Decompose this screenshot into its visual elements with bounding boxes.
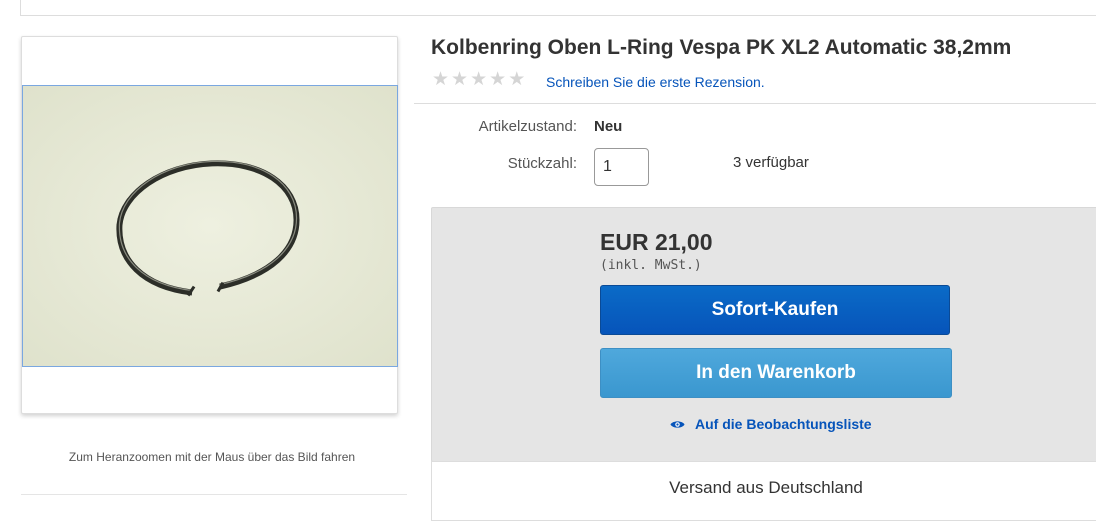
tax-note: (inkl. MwSt.) [600,258,702,273]
product-title: Kolbenring Oben L-Ring Vespa PK XL2 Auto… [431,36,1012,59]
product-image[interactable] [22,85,398,367]
product-image-card[interactable] [21,36,398,414]
star-icon: ★ [489,69,507,90]
eye-icon [670,420,685,428]
availability-text: 3 verfügbar [733,154,809,171]
watchlist-label: Auf die Beobachtungsliste [695,416,872,432]
quantity-label: Stückzahl: [507,155,577,172]
divider [414,103,1096,104]
rating-stars[interactable]: ★ ★ ★ ★ ★ [432,70,525,90]
zoom-hint: Zum Heranzoomen mit der Maus über das Bi… [68,450,356,464]
add-to-watchlist-link[interactable]: Auf die Beobachtungsliste [670,416,872,432]
condition-value: Neu [594,118,623,135]
condition-label: Artikelzustand: [478,118,577,135]
write-review-link[interactable]: Schreiben Sie die erste Rezension. [546,74,765,90]
price: EUR 21,00 [600,229,713,255]
shipping-text: Versand aus Deutschland [669,478,863,497]
buy-now-button[interactable]: Sofort-Kaufen [600,285,950,335]
star-icon: ★ [451,69,469,90]
star-icon: ★ [508,69,526,90]
star-icon: ★ [470,69,488,90]
star-icon: ★ [432,69,450,90]
add-to-cart-button[interactable]: In den Warenkorb [600,348,952,398]
top-strip [20,0,1096,16]
quantity-input[interactable] [594,148,649,186]
divider [21,494,407,495]
piston-ring-image [23,86,397,366]
